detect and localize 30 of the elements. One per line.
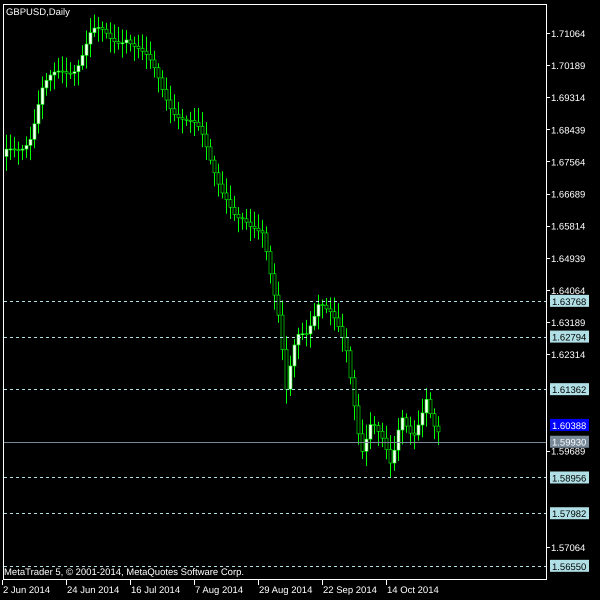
- price-label: 1.61362: [550, 383, 589, 396]
- time-axis-label: 16 Jul 2014: [131, 585, 180, 596]
- price-axis-label: 1.69314: [551, 93, 586, 104]
- price-axis-label: 1.63189: [551, 318, 586, 330]
- time-axis-label: 7 Aug 2014: [195, 585, 244, 596]
- price-axis-label: 1.68439: [551, 125, 586, 136]
- time-axis-label: 22 Sep 2014: [323, 585, 377, 596]
- time-axis-label: 29 Aug 2014: [259, 585, 312, 596]
- price-axis-label: 1.57064: [551, 542, 586, 554]
- price-axis-label: 1.66689: [551, 190, 586, 201]
- chart-title: GBPUSD,Daily: [6, 7, 70, 18]
- price-axis-label: 1.59689: [551, 446, 586, 458]
- price-axis-label: 1.62314: [551, 350, 586, 362]
- price-axis-label: 1.64939: [551, 254, 586, 265]
- price-axis-label: 1.67564: [551, 157, 586, 168]
- price-label: 1.56550: [550, 560, 589, 573]
- price-label: 1.58956: [550, 471, 589, 484]
- price-axis-label: 1.71064: [551, 29, 586, 40]
- time-axis-label: 24 Jun 2014: [67, 585, 120, 596]
- price-label: 1.62794: [550, 330, 589, 344]
- price-axis-label: 1.64064: [551, 286, 586, 297]
- time-axis-label: 2 Jun 2014: [3, 585, 50, 596]
- copyright-text: MetaTrader 5, © 2001-2014, MetaQuotes Software Corp.: [4, 567, 244, 578]
- price-label: 1.60388: [550, 418, 589, 432]
- price-axis-label: 1.70189: [551, 61, 586, 72]
- price-label: 1.59930: [550, 436, 589, 449]
- price-label: 1.57982: [550, 507, 589, 520]
- time-axis-label: 14 Oct 2014: [387, 585, 439, 596]
- price-axis-label: 1.65814: [551, 222, 586, 233]
- price-label: 1.63768: [550, 294, 589, 308]
